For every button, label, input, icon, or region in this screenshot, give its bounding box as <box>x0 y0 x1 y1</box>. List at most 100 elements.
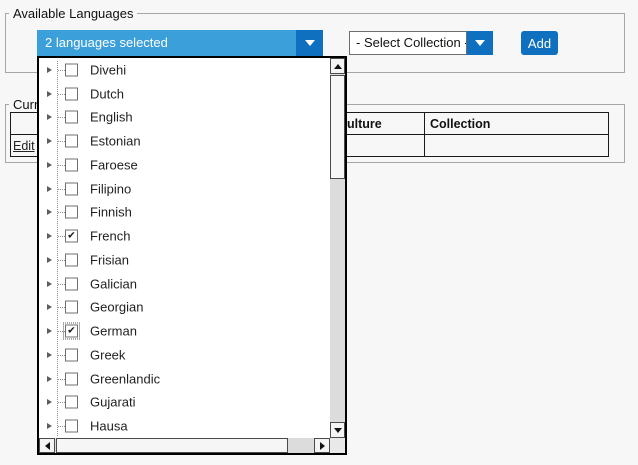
tree-connector-dots <box>58 307 65 308</box>
tree-expander-icon[interactable] <box>47 304 52 310</box>
language-select-combo[interactable]: 2 languages selected <box>37 30 323 56</box>
language-label: German <box>90 324 137 339</box>
language-checkbox[interactable]: ✔ <box>65 325 78 338</box>
language-checkbox[interactable] <box>65 63 78 76</box>
language-list-item[interactable]: Greenlandic <box>39 367 330 391</box>
tree-connector-dots <box>58 260 65 261</box>
language-list-item[interactable]: ✔ French <box>39 224 330 248</box>
language-select-value: 2 languages selected <box>45 30 168 56</box>
scroll-right-icon <box>320 442 325 450</box>
scrollbar-corner <box>330 438 345 453</box>
tree-expander-icon[interactable] <box>47 138 52 144</box>
tree-expander-icon[interactable] <box>47 376 52 382</box>
language-checkbox[interactable] <box>65 372 78 385</box>
scroll-right-button[interactable] <box>314 438 330 453</box>
collection-select-combo[interactable]: - Select Collection - <box>349 31 493 55</box>
language-list-item[interactable]: Faroese <box>39 153 330 177</box>
language-list-item[interactable]: Dutch <box>39 82 330 106</box>
tree-expander-icon[interactable] <box>47 114 52 120</box>
language-checkbox[interactable] <box>65 277 78 290</box>
language-label: Frisian <box>90 252 129 267</box>
tree-expander-icon[interactable] <box>47 399 52 405</box>
tree-expander-icon[interactable] <box>47 352 52 358</box>
language-label: Dutch <box>90 86 124 101</box>
tree-expander-icon[interactable] <box>47 91 52 97</box>
language-list-item[interactable]: Finnish <box>39 201 330 225</box>
tree-connector-dots <box>58 236 65 237</box>
vertical-scrollbar-thumb[interactable] <box>330 75 345 179</box>
language-label: Filipino <box>90 181 131 196</box>
language-list-item[interactable]: Frisian <box>39 248 330 272</box>
language-checkbox[interactable] <box>65 420 78 433</box>
tree-connector-dots <box>58 212 65 213</box>
edit-link[interactable]: Edit <box>13 139 35 153</box>
tree-connector-dots <box>58 402 65 403</box>
language-label: Divehi <box>90 62 126 77</box>
tree-expander-icon[interactable] <box>47 67 52 73</box>
available-languages-label: Available Languages <box>9 6 137 21</box>
language-label: Greenlandic <box>90 371 160 386</box>
language-label: Greek <box>90 347 125 362</box>
language-list-item[interactable]: Hausa <box>39 414 330 438</box>
language-checkbox[interactable] <box>65 158 78 171</box>
scroll-down-button[interactable] <box>330 422 345 438</box>
language-list-item[interactable]: Greek <box>39 343 330 367</box>
scroll-left-button[interactable] <box>39 438 55 453</box>
tree-connector-dots <box>58 379 65 380</box>
tree-expander-icon[interactable] <box>47 233 52 239</box>
scroll-up-icon <box>334 64 342 69</box>
language-list-item[interactable]: Galician <box>39 272 330 296</box>
language-checkbox[interactable] <box>65 301 78 314</box>
tree-expander-icon[interactable] <box>47 209 52 215</box>
horizontal-scrollbar-thumb[interactable] <box>56 438 288 453</box>
tree-connector-dots <box>58 117 65 118</box>
language-label: Faroese <box>90 157 138 172</box>
tree-connector-dots <box>58 165 65 166</box>
scroll-up-button[interactable] <box>330 58 345 74</box>
tree-connector-dots <box>58 70 65 71</box>
language-checkbox[interactable] <box>65 135 78 148</box>
language-checkbox[interactable] <box>65 206 78 219</box>
tree-connector-dots <box>58 189 65 190</box>
language-label: Hausa <box>90 419 128 434</box>
language-list-item[interactable]: Estonian <box>39 129 330 153</box>
tree-expander-icon[interactable] <box>47 328 52 334</box>
language-combo-dropdown-button[interactable] <box>296 30 323 56</box>
language-checkbox[interactable] <box>65 348 78 361</box>
add-button[interactable]: Add <box>521 31 558 55</box>
tree-expander-icon[interactable] <box>47 281 52 287</box>
language-label: Gujarati <box>90 395 136 410</box>
scroll-down-icon <box>334 428 342 433</box>
language-checkbox[interactable]: ✔ <box>65 230 78 243</box>
tree-connector-dots <box>58 94 65 95</box>
tree-connector-dots <box>58 141 65 142</box>
language-list-item[interactable]: Divehi <box>39 58 330 82</box>
language-label: French <box>90 229 130 244</box>
scroll-left-icon <box>45 442 50 450</box>
tree-expander-icon[interactable] <box>47 423 52 429</box>
language-list-item[interactable]: ✔ German <box>39 319 330 343</box>
language-list: Divehi Dutch English Estonian Faroese Fi… <box>39 58 330 438</box>
tree-connector-dots <box>58 426 65 427</box>
chevron-down-icon <box>305 40 315 46</box>
horizontal-scrollbar[interactable] <box>39 438 330 453</box>
language-checkbox[interactable] <box>65 253 78 266</box>
language-list-item[interactable]: Gujarati <box>39 391 330 415</box>
language-checkbox[interactable] <box>65 87 78 100</box>
tree-expander-icon[interactable] <box>47 162 52 168</box>
language-label: Estonian <box>90 134 141 149</box>
language-list-item[interactable]: Georgian <box>39 296 330 320</box>
tree-expander-icon[interactable] <box>47 186 52 192</box>
vertical-scrollbar[interactable] <box>330 58 345 438</box>
language-checkbox[interactable] <box>65 396 78 409</box>
tree-expander-icon[interactable] <box>47 257 52 263</box>
tree-connector-dots <box>58 355 65 356</box>
language-checkbox[interactable] <box>65 111 78 124</box>
collection-combo-dropdown-button[interactable] <box>467 31 493 55</box>
collection-select-value: - Select Collection - <box>349 31 467 55</box>
language-list-item[interactable]: English <box>39 106 330 130</box>
language-list-item[interactable]: Filipino <box>39 177 330 201</box>
tree-connector-dots <box>58 284 65 285</box>
chevron-down-icon <box>475 40 485 46</box>
language-checkbox[interactable] <box>65 182 78 195</box>
